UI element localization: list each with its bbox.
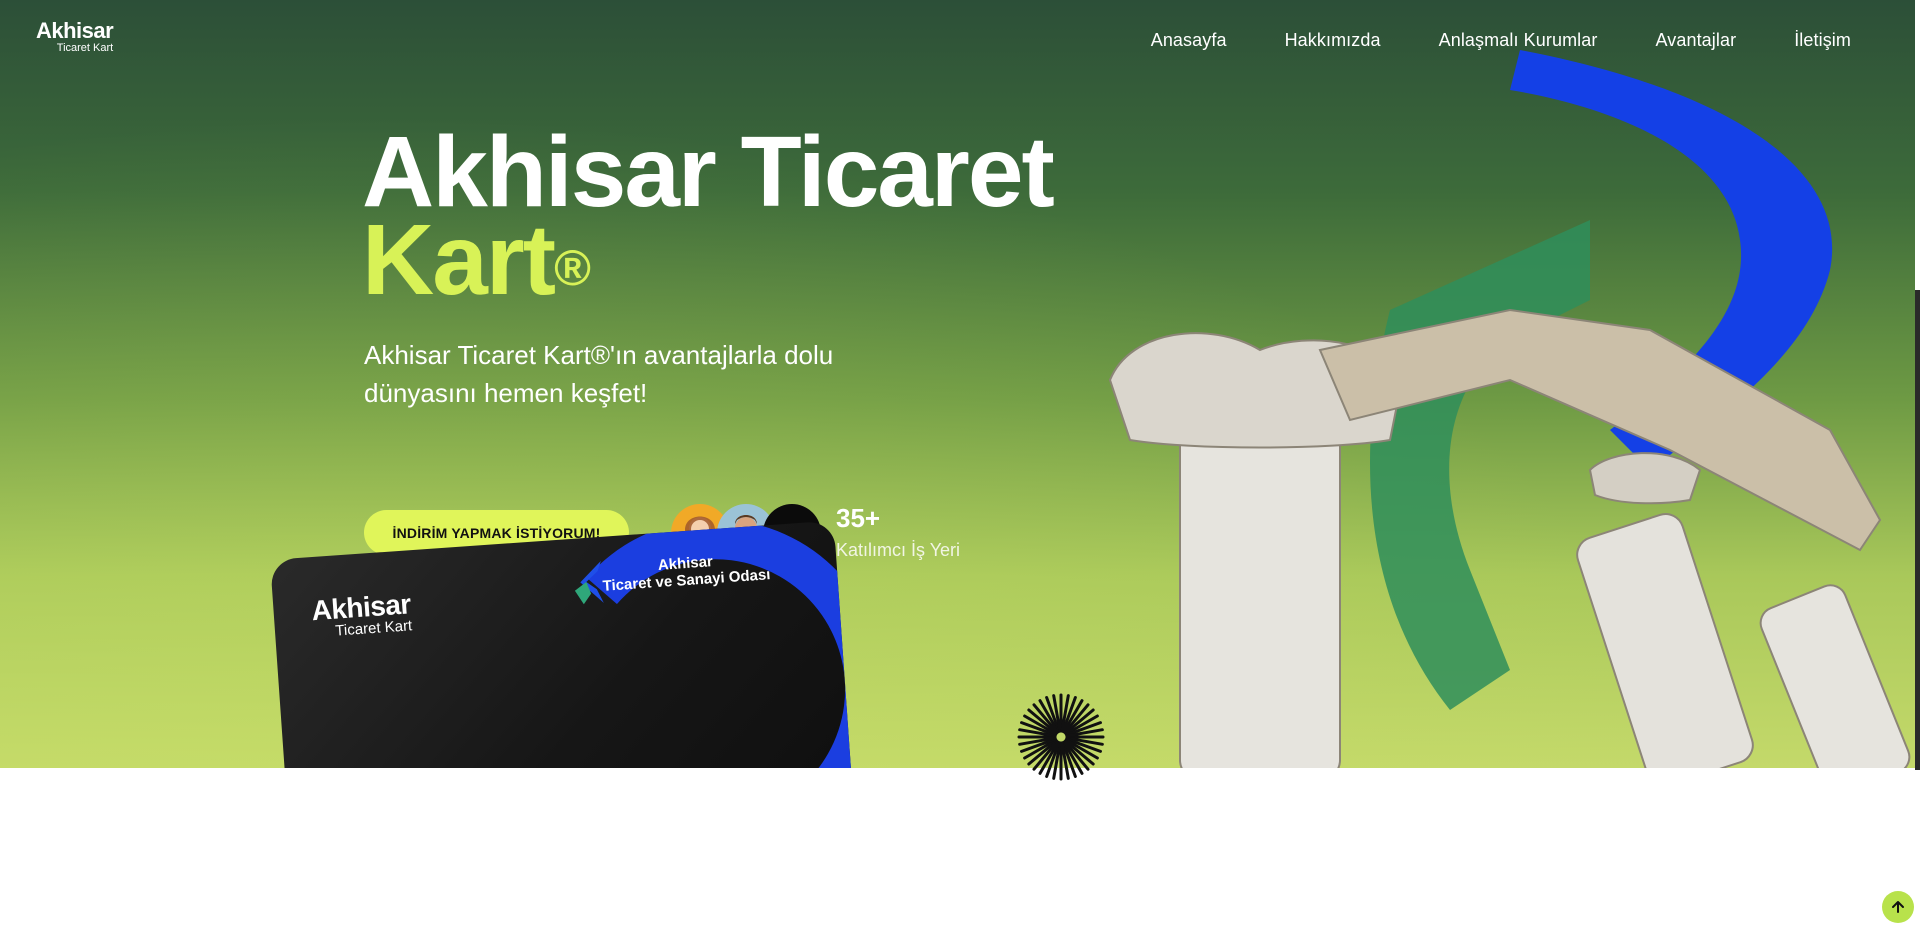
brand-logo[interactable]: Akhisar Ticaret Kart [36,18,114,55]
card-brand-logo: Akhisar Ticaret Kart [311,588,413,641]
page-edge-strip [1915,290,1920,770]
participant-count: 35+ [836,503,881,533]
logo-line1: Akhisar [36,18,114,43]
green-swoosh-shape [1370,220,1590,710]
hero-section: Akhisar Ticaret Kart Anasayfa Hakkımızda… [0,0,1915,768]
hero-column-illustration [1108,50,1911,768]
logo-line2: Ticaret Kart [56,42,114,54]
sunburst-icon [1017,693,1105,781]
hero-subtitle: Akhisar Ticaret Kart®'ın avantajlarla do… [364,340,834,408]
registered-mark: ® [554,240,591,296]
nav-item-avantajlar[interactable]: Avantajlar [1655,30,1736,51]
nav-item-anasayfa[interactable]: Anasayfa [1151,30,1227,51]
participant-label: Katılımcı İş Yeri [836,540,961,560]
scroll-top-button[interactable] [1882,891,1914,923]
nav-item-hakkimizda[interactable]: Hakkımızda [1285,30,1381,51]
hero-title-line2: Kart® [362,210,591,310]
ancient-columns [1108,308,1911,768]
main-nav: Anasayfa Hakkımızda Anlaşmalı Kurumlar A… [1093,30,1851,51]
ticaret-kart-image: Akhisar Ticaret Kart Akhisar Ticaret ve … [270,520,857,768]
nav-item-iletisim[interactable]: İletişim [1794,30,1851,51]
hero-title-kart: Kart [362,204,556,316]
arrow-up-icon [1892,901,1904,913]
card-body: Akhisar Ticaret Kart Akhisar Ticaret ve … [270,520,857,768]
nav-item-anlasmali-kurumlar[interactable]: Anlaşmalı Kurumlar [1439,30,1598,51]
